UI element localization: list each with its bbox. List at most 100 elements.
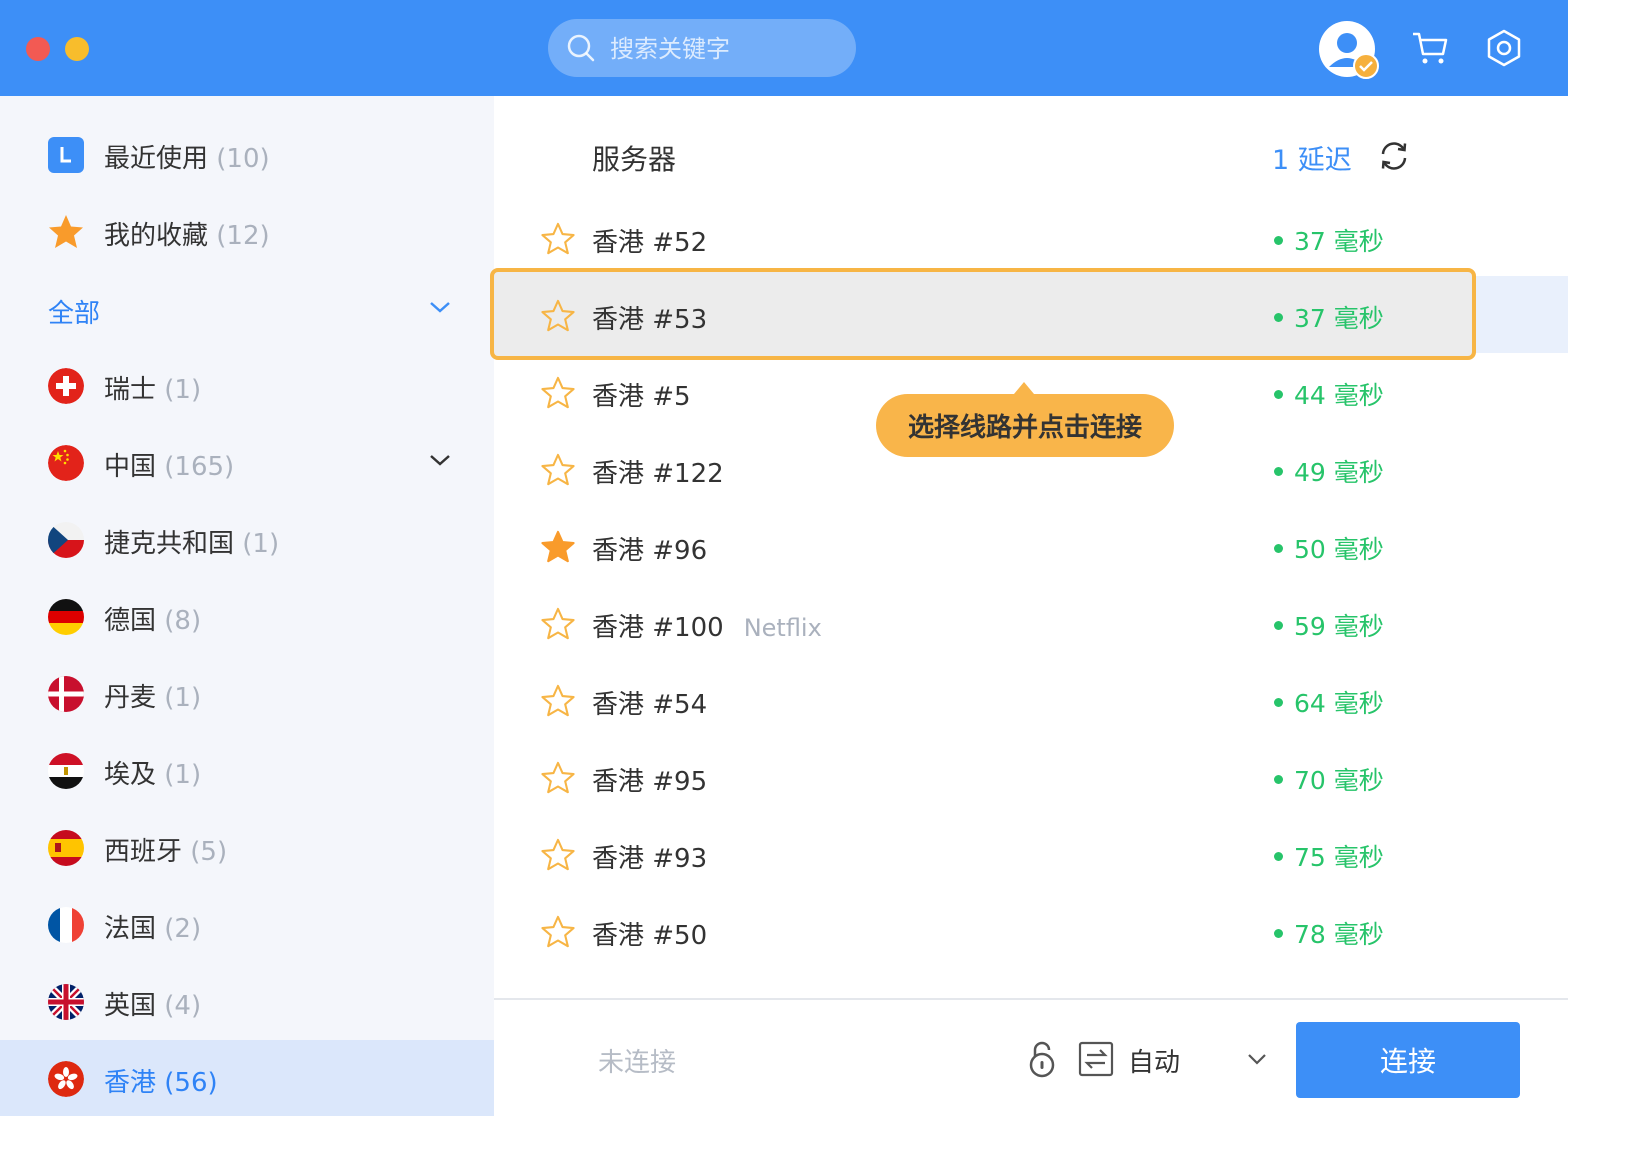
- sidebar: 最近使用 (10) 我的收藏 (12) 全部 瑞士 (1) 中国 (165) 捷…: [0, 96, 494, 1116]
- egypt-flag-icon: [48, 753, 84, 789]
- sidebar-item-germany[interactable]: 德国 (8): [0, 578, 494, 655]
- sidebar-item-france[interactable]: 法国 (2): [0, 886, 494, 963]
- sidebar-item-label: 丹麦: [104, 683, 157, 713]
- spain-flag-icon: [48, 830, 84, 866]
- server-latency: 78 毫秒: [1294, 920, 1384, 949]
- latency-status-dot: [1274, 851, 1283, 861]
- sidebar-item-czech[interactable]: 捷克共和国 (1): [0, 501, 494, 578]
- refresh-icon[interactable]: [1378, 140, 1410, 172]
- latency-status-dot: [1274, 466, 1283, 476]
- sidebar-item-count: (10): [216, 144, 270, 174]
- server-list-panel: 服务器 1 延迟 香港 #52 37 毫秒 香港 #53 37 毫秒 香港 #5 44 毫…: [490, 96, 1568, 1116]
- hint-tooltip: 选择线路并点击连接: [876, 382, 1174, 457]
- server-latency: 37 毫秒: [1294, 304, 1384, 333]
- server-latency: 44 毫秒: [1294, 381, 1384, 410]
- protocol-mode-select[interactable]: 自动: [1128, 1042, 1180, 1079]
- close-window-button[interactable]: [26, 37, 50, 61]
- sidebar-item-all[interactable]: 全部: [0, 271, 494, 348]
- sidebar-item-label: 西班牙: [104, 837, 183, 867]
- latency-status-dot: [1274, 543, 1283, 553]
- sidebar-item-count: (4): [164, 991, 202, 1021]
- search-input[interactable]: [608, 29, 842, 69]
- star-outline-icon[interactable]: [541, 915, 575, 953]
- latency-status-dot: [1274, 235, 1283, 245]
- title-bar: [0, 0, 1568, 96]
- sidebar-item-count: (1): [164, 683, 202, 713]
- star-outline-icon[interactable]: [541, 376, 575, 414]
- sidebar-item-label: 英国: [104, 991, 157, 1021]
- sort-by-latency-button[interactable]: 1 延迟: [1272, 138, 1352, 177]
- star-outline-icon[interactable]: [541, 299, 575, 337]
- server-row[interactable]: 香港 #50 78 毫秒: [494, 893, 1568, 970]
- sidebar-item-denmark[interactable]: 丹麦 (1): [0, 655, 494, 732]
- latency-status-dot: [1274, 620, 1283, 630]
- sidebar-item-uk[interactable]: 英国 (4): [0, 963, 494, 1040]
- hongkong-flag-icon: [48, 1061, 84, 1097]
- sidebar-item-spain[interactable]: 西班牙 (5): [0, 809, 494, 886]
- star-outline-icon[interactable]: [541, 222, 575, 260]
- germany-flag-icon: [48, 599, 84, 635]
- sidebar-item-label: 最近使用: [104, 144, 209, 174]
- chevron-down-icon[interactable]: [428, 452, 452, 468]
- server-latency: 75 毫秒: [1294, 843, 1384, 872]
- minimize-window-button[interactable]: [65, 37, 89, 61]
- czech-flag-icon: [48, 522, 84, 558]
- server-list-title: 服务器: [592, 143, 677, 176]
- server-latency: 49 毫秒: [1294, 458, 1384, 487]
- sidebar-item-china[interactable]: 中国 (165): [0, 424, 494, 501]
- server-row[interactable]: 香港 #53 37 毫秒: [494, 277, 1568, 354]
- server-name: 香港 #52: [592, 228, 708, 258]
- search-box[interactable]: [548, 19, 856, 77]
- server-row[interactable]: 香港 #54 64 毫秒: [494, 662, 1568, 739]
- denmark-flag-icon: [48, 676, 84, 712]
- sidebar-item-favorites[interactable]: 我的收藏 (12): [0, 193, 494, 270]
- server-row[interactable]: 香港 #100 Netflix 59 毫秒: [494, 585, 1568, 662]
- sidebar-item-label: 埃及: [104, 760, 157, 790]
- protocol-icon[interactable]: [1078, 1041, 1114, 1077]
- server-name: 香港 #96: [592, 536, 708, 566]
- vip-badge-icon: [1353, 53, 1379, 79]
- chevron-down-icon[interactable]: [1246, 1052, 1268, 1066]
- sidebar-item-recent[interactable]: 最近使用 (10): [0, 116, 494, 193]
- recent-icon: [48, 137, 84, 173]
- search-icon: [567, 34, 595, 62]
- sidebar-item-count: (5): [190, 837, 228, 867]
- server-row[interactable]: 香港 #95 70 毫秒: [494, 739, 1568, 816]
- star-outline-icon[interactable]: [541, 761, 575, 799]
- server-latency: 64 毫秒: [1294, 689, 1384, 718]
- server-name: 香港 #53: [592, 305, 708, 335]
- star-outline-icon[interactable]: [541, 453, 575, 491]
- server-name: 香港 #5: [592, 382, 691, 412]
- connection-bar: 未连接 自动 连接: [494, 998, 1568, 1116]
- lock-icon[interactable]: [1026, 1040, 1058, 1078]
- server-latency: 50 毫秒: [1294, 535, 1384, 564]
- chevron-down-icon[interactable]: [428, 299, 452, 315]
- server-row[interactable]: 香港 #93 75 毫秒: [494, 816, 1568, 893]
- uk-flag-icon: [48, 984, 84, 1020]
- connect-button[interactable]: 连接: [1296, 1022, 1520, 1098]
- server-row[interactable]: 香港 #52 37 毫秒: [494, 200, 1568, 277]
- server-row[interactable]: 香港 #96 50 毫秒: [494, 508, 1568, 585]
- star-outline-icon[interactable]: [541, 607, 575, 645]
- sidebar-item-label: 瑞士: [104, 375, 157, 405]
- star-outline-icon[interactable]: [541, 838, 575, 876]
- sidebar-item-hongkong[interactable]: 香港 (56): [0, 1040, 494, 1116]
- latency-status-dot: [1274, 928, 1283, 938]
- cart-icon[interactable]: [1410, 28, 1450, 68]
- star-filled-icon[interactable]: [541, 530, 575, 568]
- latency-status-dot: [1274, 697, 1283, 707]
- sidebar-item-switzerland[interactable]: 瑞士 (1): [0, 347, 494, 424]
- sidebar-item-count: (165): [164, 452, 235, 482]
- china-flag-icon: [48, 445, 84, 481]
- sidebar-item-label: 德国: [104, 606, 157, 636]
- settings-icon[interactable]: [1484, 28, 1524, 68]
- server-latency: 59 毫秒: [1294, 612, 1384, 641]
- sidebar-item-egypt[interactable]: 埃及 (1): [0, 732, 494, 809]
- sidebar-item-count: (12): [216, 221, 270, 251]
- hint-tooltip-text: 选择线路并点击连接: [907, 413, 1142, 443]
- sidebar-item-count: (1): [242, 529, 280, 559]
- user-avatar[interactable]: [1319, 21, 1379, 79]
- star-outline-icon[interactable]: [541, 684, 575, 722]
- server-latency: 70 毫秒: [1294, 766, 1384, 795]
- sidebar-all-label: 全部: [48, 299, 101, 329]
